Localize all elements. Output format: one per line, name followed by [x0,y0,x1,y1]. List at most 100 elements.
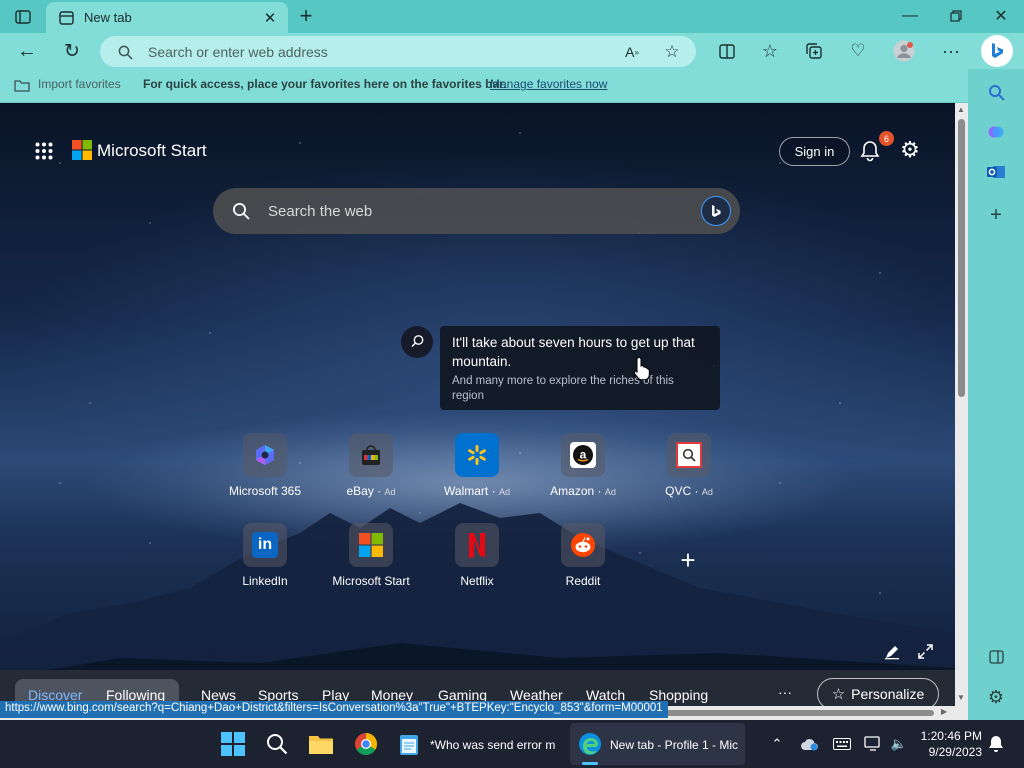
quick-link-reddit[interactable]: Reddit [533,523,633,595]
outlook-icon[interactable] [985,161,1007,183]
web-search-box[interactable] [213,188,740,234]
tab-new-tab[interactable]: New tab ✕ [46,2,288,33]
edge-icon[interactable] [576,725,604,763]
bing-copilot-icon[interactable] [981,35,1013,67]
taskbar-search-icon[interactable] [264,725,290,763]
microsoft-365-icon [243,433,287,477]
favorites-bar-message: For quick access, place your favorites h… [143,77,507,91]
image-info-headline[interactable]: It'll take about seven hours to get up t… [452,333,708,371]
start-windows-icon[interactable] [220,725,246,763]
split-screen-icon[interactable] [716,40,738,62]
copilot-sidebar-icon[interactable] [985,121,1007,143]
vertical-scrollbar[interactable]: ▲ ▼ [955,103,968,706]
quick-link-label: eBay · Ad [346,484,396,498]
quick-link-label: Amazon · Ad [550,484,616,498]
more-feed-tabs-button[interactable]: ··· [778,684,792,700]
sign-in-button[interactable]: Sign in [779,137,850,166]
new-tab-plus-icon[interactable]: + [296,3,316,28]
microsoft-logo-icon [72,140,92,160]
restore-icon[interactable] [946,6,966,26]
quick-link-microsoft-start[interactable]: Microsoft Start [321,523,421,595]
file-explorer-folder-icon[interactable] [307,725,335,763]
image-info-tooltip[interactable]: It'll take about seven hours to get up t… [440,326,720,410]
taskbar-notepad-label[interactable]: *Who was send error m [430,738,560,752]
back-arrow-icon[interactable]: ← [16,40,38,62]
bing-chat-icon[interactable] [701,196,731,226]
edge-active-indicator [582,762,598,765]
quick-link-label: Netflix [460,574,494,588]
image-info-search-icon[interactable] [401,326,433,358]
onedrive-cloud-icon[interactable] [799,725,821,763]
notepad-icon[interactable] [396,725,422,763]
scroll-thumb[interactable] [958,119,965,397]
taskbar-edge-label[interactable]: New tab - Profile 1 - Mic [610,738,738,752]
new-tab-page-icon [58,10,74,26]
collections-icon[interactable] [803,40,825,62]
amazon-logo-icon: a [561,433,605,477]
quick-link-qvc[interactable]: QVC · Ad [639,433,739,505]
quick-link-microsoft-365[interactable]: Microsoft 365 [215,433,315,505]
quick-link-label: Walmart · Ad [444,484,510,498]
manage-favorites-link[interactable]: Manage favorites now [490,77,607,91]
page-settings-gear-icon[interactable]: ⚙ [898,137,922,162]
browser-essentials-icon[interactable]: ♡ [847,40,869,62]
scroll-right-arrow-icon[interactable]: ▶ [941,707,947,716]
microsoft-logo-icon [349,523,393,567]
keyboard-icon[interactable] [831,725,853,763]
search-icon [116,43,134,61]
sidebar-settings-gear-icon[interactable]: ⚙ [985,686,1007,708]
apps-grid-icon[interactable] [33,140,55,162]
taskbar-clock-time[interactable]: 1:20:46 PM [912,729,982,743]
add-quick-link-plus-icon[interactable]: + [675,545,701,575]
web-search-input[interactable] [268,201,668,221]
qvc-logo-icon [667,433,711,477]
search-icon [231,201,251,221]
sidebar-search-icon[interactable] [985,81,1007,103]
close-tab-icon[interactable]: ✕ [262,10,278,27]
hide-sidebar-icon[interactable] [985,646,1007,668]
add-sidebar-app-icon[interactable]: + [985,204,1007,226]
read-aloud-icon[interactable]: A» [622,42,642,62]
quick-link-linkedin[interactable]: in LinkedIn [215,523,315,595]
minimize-icon[interactable]: — [900,6,920,26]
image-info-subtext: And many more to explore the riches of t… [452,375,674,402]
notifications-bell-icon[interactable] [858,139,882,163]
edge-sidebar: + ⚙ [968,69,1024,720]
browser-toolbar: ← ↻ A» ☆ ☆ ♡ ··· [0,33,1024,69]
tab-actions-icon[interactable] [14,8,32,26]
address-bar[interactable]: A» ☆ [100,36,696,67]
profile-avatar-icon[interactable] [892,39,916,63]
close-window-icon[interactable]: ✕ [991,6,1011,26]
quick-link-amazon[interactable]: a Amazon · Ad [533,433,633,505]
taskbar-clock-date[interactable]: 9/29/2023 [912,745,982,759]
import-favorites-label[interactable]: Import favorites [38,77,121,91]
customize-background-pen-icon[interactable] [882,642,902,662]
network-monitor-icon[interactable] [862,725,884,763]
refresh-icon[interactable]: ↻ [61,40,83,62]
add-favorite-star-icon[interactable]: ☆ [662,42,682,62]
sparkle-star-icon: ☆ [831,686,846,703]
tab-title: New tab [84,10,132,25]
new-tab-page: Microsoft Start Sign in 6 ⚙ It'll take a… [0,103,955,720]
volume-muted-icon[interactable]: 🔈 [888,725,910,763]
quick-link-netflix[interactable]: Netflix [427,523,527,595]
quick-link-label: QVC · Ad [665,484,713,498]
notifications-bell-icon[interactable] [986,725,1006,763]
walmart-spark-icon [455,433,499,477]
address-input[interactable] [148,42,628,62]
microsoft-start-brand[interactable]: Microsoft Start [97,141,207,161]
expand-fullscreen-icon[interactable] [915,641,935,661]
import-favorites-icon[interactable] [13,76,31,94]
mouse-cursor-icon [634,356,650,380]
svg-text:a: a [580,448,587,462]
more-options-icon[interactable]: ··· [940,40,962,62]
scroll-down-arrow-icon[interactable]: ▼ [957,693,965,702]
chrome-icon[interactable] [352,725,380,763]
quick-link-walmart[interactable]: Walmart · Ad [427,433,527,505]
show-hidden-icons-chevron-icon[interactable]: ⌃ [768,725,786,763]
favorites-bar: Import favorites For quick access, place… [0,69,968,103]
scroll-up-arrow-icon[interactable]: ▲ [957,105,965,114]
favorites-icon[interactable]: ☆ [759,40,781,62]
linkedin-logo-icon: in [243,523,287,567]
quick-link-ebay[interactable]: eBay · Ad [321,433,421,505]
